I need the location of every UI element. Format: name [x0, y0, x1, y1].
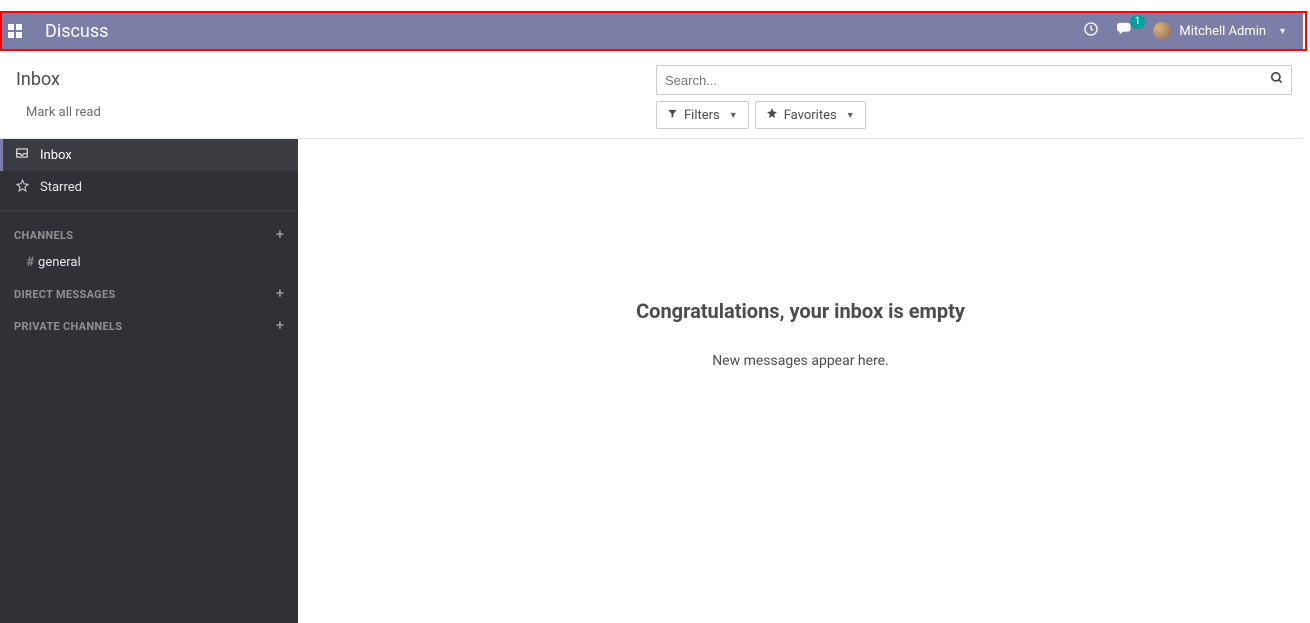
sidebar-group-channels[interactable]: CHANNELS +	[0, 217, 298, 249]
messages-badge: 1	[1130, 15, 1146, 29]
empty-state-title: Congratulations, your inbox is empty	[636, 299, 965, 323]
hash-icon: #	[26, 255, 34, 270]
sidebar-group-private-channels[interactable]: PRIVATE CHANNELS +	[0, 308, 298, 340]
divider	[0, 210, 298, 211]
sidebar-group-direct-messages[interactable]: DIRECT MESSAGES +	[0, 276, 298, 308]
search-icon[interactable]	[1263, 71, 1291, 89]
mark-all-read-button[interactable]: Mark all read	[26, 105, 101, 120]
search-input[interactable]	[657, 73, 1263, 88]
star-icon	[14, 179, 30, 196]
inbox-icon	[14, 147, 30, 163]
apps-icon[interactable]	[0, 24, 30, 38]
content-area: Congratulations, your inbox is empty New…	[298, 139, 1303, 623]
channel-label: general	[38, 255, 81, 270]
user-name: Mitchell Admin	[1179, 24, 1266, 39]
sidebar-item-starred[interactable]: Starred	[0, 171, 298, 204]
chevron-down-icon: ▼	[1278, 26, 1287, 37]
page-title: Inbox	[16, 69, 60, 90]
plus-icon[interactable]: +	[276, 286, 284, 302]
activity-icon[interactable]	[1083, 21, 1099, 41]
sidebar-group-label: PRIVATE CHANNELS	[14, 320, 122, 333]
avatar	[1153, 22, 1171, 40]
star-icon	[766, 107, 778, 123]
user-menu[interactable]: Mitchell Admin ▼	[1153, 22, 1287, 40]
sidebar-item-label: Inbox	[40, 148, 72, 163]
control-bar: Inbox Mark all read Filters ▼ Favorites …	[0, 49, 1303, 139]
favorites-label: Favorites	[784, 108, 837, 123]
sidebar-group-label: DIRECT MESSAGES	[14, 288, 116, 301]
search-box[interactable]	[656, 65, 1292, 95]
messages-icon[interactable]: 1	[1117, 21, 1135, 41]
sidebar-item-label: Starred	[40, 180, 82, 195]
sidebar-group-label: CHANNELS	[14, 229, 73, 242]
chevron-down-icon: ▼	[729, 110, 738, 121]
favorites-button[interactable]: Favorites ▼	[755, 101, 866, 129]
funnel-icon	[667, 108, 678, 123]
top-nav: Discuss 1 Mitchell Admin ▼	[0, 13, 1303, 49]
chevron-down-icon: ▼	[846, 110, 855, 121]
sidebar-item-inbox[interactable]: Inbox	[0, 139, 298, 171]
plus-icon[interactable]: +	[276, 227, 284, 243]
filters-button[interactable]: Filters ▼	[656, 101, 749, 129]
sidebar-channel-general[interactable]: # general	[0, 249, 298, 276]
filters-label: Filters	[684, 108, 720, 123]
app-title[interactable]: Discuss	[45, 21, 108, 42]
plus-icon[interactable]: +	[276, 318, 284, 334]
empty-state-subtitle: New messages appear here.	[712, 353, 889, 369]
sidebar: Inbox Starred CHANNELS + # general DIRECT…	[0, 139, 298, 623]
